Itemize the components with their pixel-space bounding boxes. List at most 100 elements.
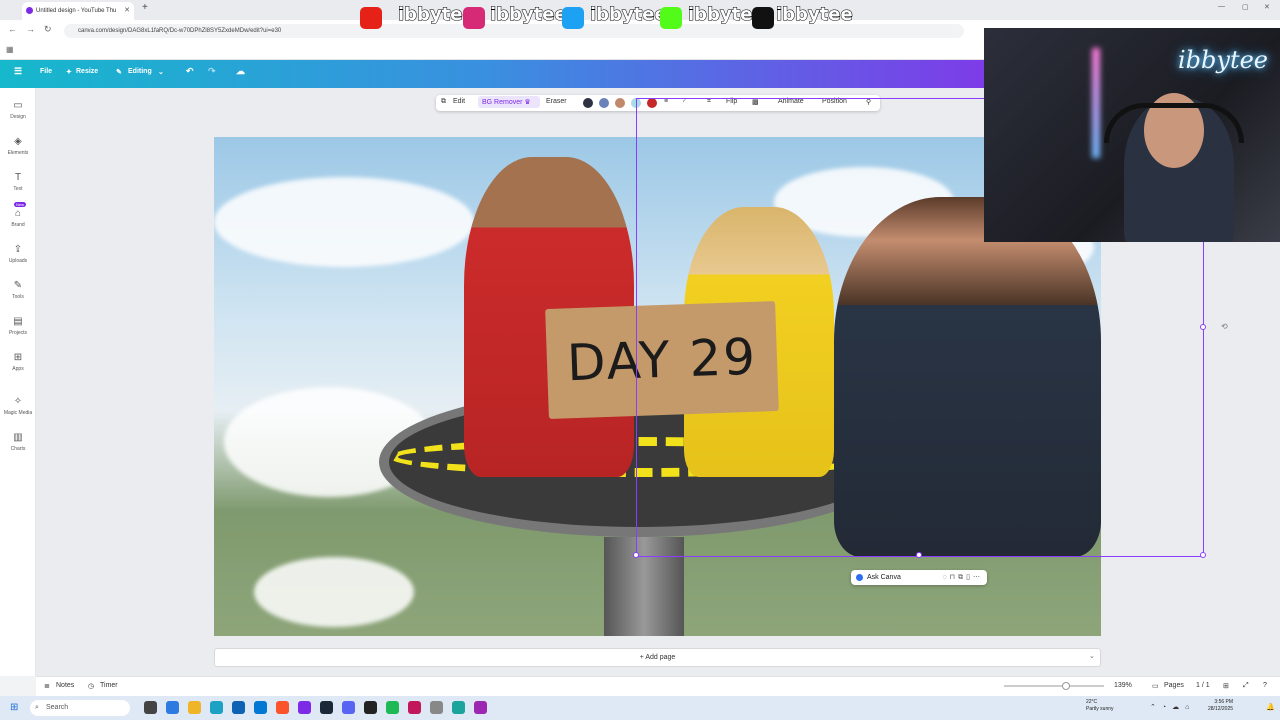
back-icon[interactable]: ← bbox=[8, 24, 17, 34]
sidebar-label: Magic Media bbox=[3, 410, 33, 416]
file-explorer-icon[interactable] bbox=[188, 701, 201, 714]
maximize-icon[interactable]: ▢ bbox=[1242, 3, 1249, 11]
resize-handle[interactable] bbox=[916, 552, 922, 558]
obs-icon[interactable] bbox=[364, 701, 377, 714]
sidebar-item-charts[interactable]: ▥ Charts bbox=[0, 432, 36, 452]
lock-icon[interactable]: ⊓ bbox=[950, 574, 958, 581]
add-page-button[interactable]: + Add page bbox=[214, 648, 1101, 667]
menu-icon[interactable]: ☰ bbox=[14, 66, 22, 77]
cloud-sync-icon[interactable]: ☁ bbox=[236, 66, 245, 77]
color-swatch-1[interactable] bbox=[583, 98, 593, 108]
chevron-down-icon[interactable]: ⌄ bbox=[1089, 652, 1095, 660]
transparency-icon[interactable]: ▩ bbox=[752, 98, 759, 106]
resize-handle[interactable] bbox=[633, 552, 639, 558]
task-view-icon[interactable] bbox=[144, 701, 157, 714]
sidebar-item-design[interactable]: ▭ Design bbox=[0, 100, 36, 120]
paint-format-icon[interactable]: ⚲ bbox=[866, 98, 871, 106]
sidebar-item-text[interactable]: T Text bbox=[0, 172, 36, 192]
outlook-icon[interactable] bbox=[254, 701, 267, 714]
zoom-slider[interactable] bbox=[1004, 682, 1104, 690]
sidebar-item-brand[interactable]: New ⌂ Brand bbox=[0, 202, 36, 228]
corner-rounding-icon[interactable]: ◜ bbox=[683, 98, 686, 106]
neon-sign: ibbytee bbox=[1178, 46, 1269, 74]
flip-button[interactable]: Flip bbox=[726, 98, 737, 105]
minimize-icon[interactable]: — bbox=[1218, 3, 1225, 10]
editing-mode-button[interactable]: Editing bbox=[128, 68, 152, 75]
sidebar-label: Charts bbox=[10, 446, 26, 452]
border-style-icon[interactable]: ≡ bbox=[664, 98, 668, 105]
timer-button[interactable]: Timer bbox=[100, 682, 118, 689]
app-icon[interactable] bbox=[452, 701, 465, 714]
edge-icon[interactable] bbox=[210, 701, 223, 714]
help-icon[interactable]: ? bbox=[1263, 682, 1267, 689]
notes-button[interactable]: Notes bbox=[56, 682, 74, 689]
brave-icon[interactable] bbox=[276, 701, 289, 714]
close-tab-icon[interactable]: ✕ bbox=[124, 2, 130, 20]
zoom-slider-knob[interactable] bbox=[1062, 682, 1070, 690]
system-tray-icons[interactable]: ⌃◔☁⌂ bbox=[1150, 703, 1195, 711]
browser-tab[interactable]: Untitled design - YouTube Thu ✕ bbox=[22, 2, 134, 20]
resize-handle[interactable] bbox=[1200, 552, 1206, 558]
zoom-level[interactable]: 139% bbox=[1114, 682, 1132, 689]
search-placeholder: Search bbox=[46, 704, 69, 711]
notification-icon[interactable]: 🔔 bbox=[1266, 703, 1275, 711]
color-swatch-3[interactable] bbox=[615, 98, 625, 108]
edit-button[interactable]: Edit bbox=[453, 98, 465, 105]
sidebar-item-elements[interactable]: ◈ Elements bbox=[0, 136, 36, 156]
fullscreen-icon[interactable]: ⤢ bbox=[1243, 682, 1249, 690]
sidebar-item-tools[interactable]: ✎ Tools bbox=[0, 280, 36, 300]
resize-button[interactable]: Resize bbox=[76, 68, 98, 75]
eraser-button[interactable]: Eraser bbox=[546, 98, 567, 105]
duplicate-icon[interactable]: ⧉ bbox=[958, 574, 966, 581]
file-menu[interactable]: File bbox=[40, 68, 52, 75]
steam-icon[interactable] bbox=[320, 701, 333, 714]
ask-canva-button[interactable]: Ask Canva bbox=[867, 574, 901, 581]
tiktok-icon bbox=[752, 7, 774, 29]
color-swatch-5[interactable] bbox=[647, 98, 657, 108]
bg-remover-button[interactable]: BG Remover ♛ bbox=[478, 96, 540, 108]
undo-icon[interactable]: ↶ bbox=[186, 66, 194, 77]
grid-view-icon[interactable]: ⊞ bbox=[1223, 682, 1229, 690]
color-swatch-2[interactable] bbox=[599, 98, 609, 108]
crop-icon[interactable]: ⌗ bbox=[707, 98, 711, 106]
resize-handle[interactable] bbox=[1200, 324, 1206, 330]
cardboard-sign: DAY 29 bbox=[545, 301, 779, 419]
youtube-icon bbox=[360, 7, 382, 29]
close-window-icon[interactable]: ✕ bbox=[1264, 3, 1270, 11]
taskbar-clock[interactable]: 3:56 PM 28/12/2025 bbox=[1208, 699, 1233, 713]
comment-icon[interactable]: ◌ bbox=[943, 574, 950, 581]
sidebar-item-projects[interactable]: ▤ Projects bbox=[0, 316, 36, 336]
app-icon[interactable] bbox=[408, 701, 421, 714]
delete-icon[interactable]: ▯ bbox=[966, 574, 973, 581]
windows-start-icon[interactable]: ⊞ bbox=[10, 702, 18, 713]
rotate-icon[interactable]: ⟲ bbox=[1221, 322, 1228, 331]
reload-icon[interactable]: ↻ bbox=[44, 24, 52, 35]
canva-icon[interactable] bbox=[298, 701, 311, 714]
discord-icon[interactable] bbox=[342, 701, 355, 714]
app-icon[interactable] bbox=[166, 701, 179, 714]
apps-grid-icon[interactable]: ▦ bbox=[6, 45, 14, 54]
social-handles-overlay: ibbytee ibbytee ibbytee_ ibbytee ibbytee bbox=[360, 4, 853, 32]
app-icon[interactable] bbox=[474, 701, 487, 714]
taskbar-search[interactable]: ⌕ Search bbox=[30, 700, 130, 716]
new-tab-icon[interactable]: + bbox=[142, 2, 148, 13]
store-icon[interactable] bbox=[232, 701, 245, 714]
color-swatch-4[interactable] bbox=[631, 98, 641, 108]
more-icon[interactable]: ⋯ bbox=[973, 574, 983, 581]
sidebar-item-uploads[interactable]: ⇪ Uploads bbox=[0, 244, 36, 264]
instagram-icon bbox=[463, 7, 485, 29]
crown-icon: ♛ bbox=[524, 99, 531, 106]
weather-widget[interactable]: 22°C Partly sunny bbox=[1086, 699, 1114, 713]
resize-sparkle-icon: ✦ bbox=[66, 69, 72, 76]
spotify-icon[interactable] bbox=[386, 701, 399, 714]
sidebar-item-magic-media[interactable]: ✧ Magic Media bbox=[0, 396, 36, 416]
pages-button[interactable]: Pages bbox=[1164, 682, 1184, 689]
animate-button[interactable]: Animate bbox=[778, 98, 804, 105]
kick-icon bbox=[660, 7, 682, 29]
redo-icon[interactable]: ↷ bbox=[208, 66, 216, 77]
sidebar-item-apps[interactable]: ⊞ Apps bbox=[0, 352, 36, 372]
forward-icon[interactable]: → bbox=[26, 24, 35, 34]
position-button[interactable]: Position bbox=[822, 98, 847, 105]
design-page[interactable]: DAY 29 bbox=[214, 137, 1101, 636]
settings-icon[interactable] bbox=[430, 701, 443, 714]
